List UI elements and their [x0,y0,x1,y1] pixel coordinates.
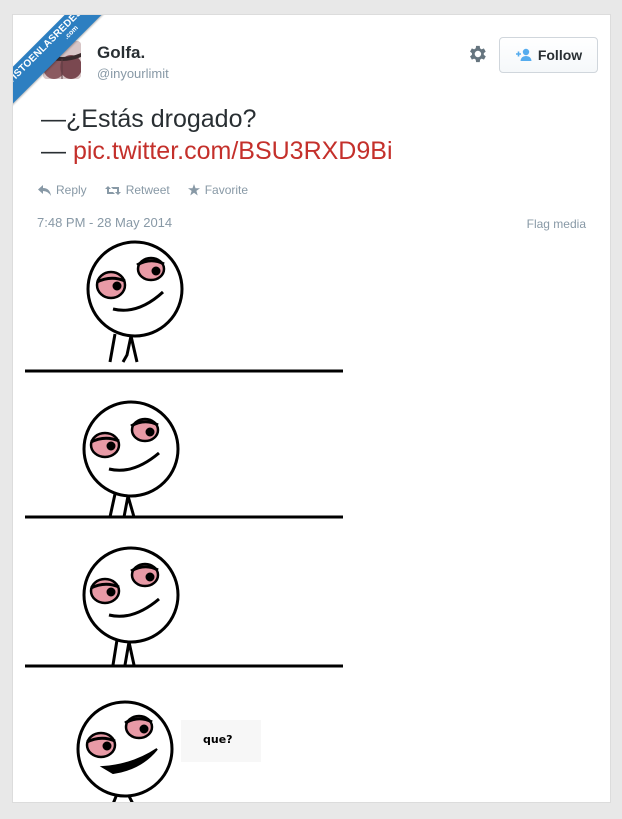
star-icon [187,184,200,196]
retweet-label: Retweet [125,183,170,197]
tweet-card: VISTOENLASREDES .com Golfa. @inyourlimit… [12,14,611,803]
gear-icon[interactable] [466,43,488,65]
retweet-icon [104,185,121,195]
reply-button[interactable]: Reply [38,183,87,197]
tweet-line-2-prefix: — [41,137,73,165]
media-link[interactable]: pic.twitter.com/BSU3RXD9Bi [73,137,393,165]
tweet-timestamp[interactable]: 7:48 PM - 28 May 2014 [37,215,172,230]
comic-panel-1 [25,240,343,373]
tweet-line-2: — pic.twitter.com/BSU3RXD9Bi [41,135,393,167]
speech-bubble-text: que? [203,733,233,746]
favorite-button[interactable]: Favorite [187,183,249,197]
tweet-media-image[interactable]: que? [13,237,610,802]
add-user-icon [515,48,532,62]
watermark-ribbon: VISTOENLASREDES .com [13,15,123,125]
reply-icon [38,184,51,196]
follow-label: Follow [537,47,583,63]
flag-media-link[interactable]: Flag media [527,217,586,231]
retweet-button[interactable]: Retweet [104,183,170,197]
comic-panel-4 [76,700,174,802]
favorite-label: Favorite [204,183,249,197]
follow-button[interactable]: Follow [499,37,598,73]
comic-panel-2 [25,400,343,519]
meme-comic: que? [25,240,343,802]
tweet-actions: Reply Retweet Favorite [38,183,248,197]
reply-label: Reply [56,183,87,197]
watermark-text: VISTOENLASREDES [13,15,85,87]
comic-panel-3 [25,546,343,668]
